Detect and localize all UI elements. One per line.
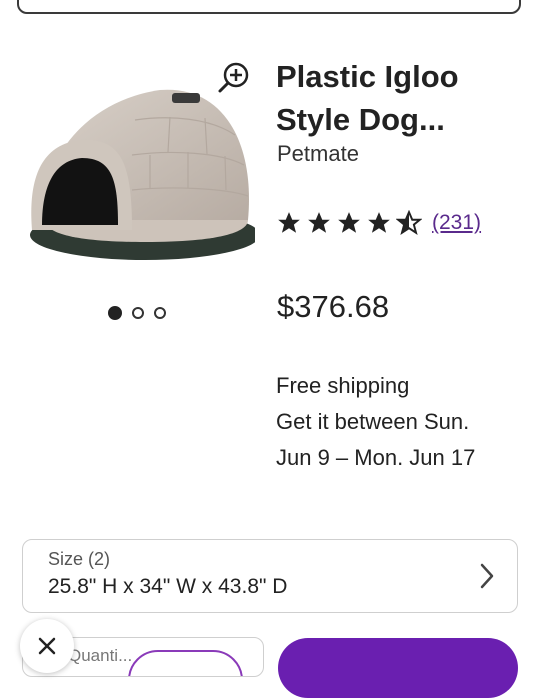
product-brand[interactable]: Petmate: [277, 141, 359, 167]
carousel-dot-3[interactable]: [154, 307, 166, 319]
star-icon: [368, 212, 390, 233]
carousel-dot-2[interactable]: [132, 307, 144, 319]
star-icon: [278, 212, 300, 233]
shipping-info: Free shipping Get it between Sun. Jun 9 …: [276, 368, 475, 476]
product-image[interactable]: [20, 60, 260, 295]
zoom-in-icon[interactable]: [217, 60, 251, 94]
image-carousel-dots: [108, 306, 166, 320]
delivery-estimate-line1: Get it between Sun.: [276, 409, 470, 434]
review-count-link[interactable]: (231): [432, 211, 481, 235]
star-rating[interactable]: (231): [276, 210, 481, 236]
carousel-dot-1[interactable]: [108, 306, 122, 320]
product-title: Plastic Igloo Style Dog...: [276, 59, 459, 137]
star-icon: [338, 212, 360, 233]
size-selector[interactable]: Size (2) 25.8" H x 34" W x 43.8" D: [22, 539, 518, 613]
quantity-focus-ring: [128, 650, 243, 676]
star-icon: [308, 212, 330, 233]
quantity-label: Quanti...: [68, 646, 133, 665]
add-to-cart-button[interactable]: [278, 638, 518, 698]
close-button[interactable]: [20, 619, 74, 673]
shipping-free-text: Free shipping: [276, 373, 410, 398]
product-price: $376.68: [277, 289, 390, 324]
size-value: 25.8" H x 34" W x 43.8" D: [48, 575, 288, 598]
star-half-icon: [396, 210, 422, 235]
chevron-right-icon: [480, 563, 494, 589]
close-icon: [38, 637, 56, 655]
top-field[interactable]: [17, 0, 521, 14]
igloo-dog-house-image: [30, 89, 260, 260]
size-label: Size (2): [48, 549, 111, 569]
delivery-estimate-line2: Jun 9 – Mon. Jun 17: [276, 445, 476, 470]
